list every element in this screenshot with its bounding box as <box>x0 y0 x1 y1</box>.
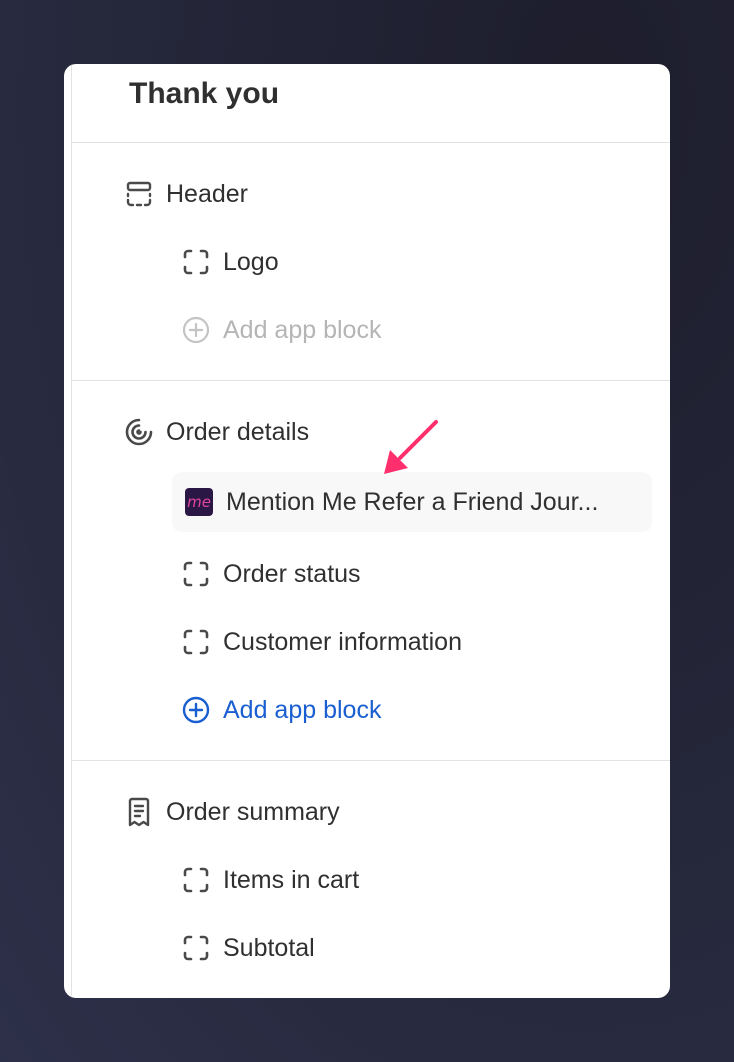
add-app-block-button-header: Add app block <box>181 312 381 348</box>
dashed-square-icon <box>181 247 211 277</box>
dashed-square-icon <box>181 933 211 963</box>
plus-circle-icon <box>181 315 211 345</box>
header-layout-icon <box>124 179 154 209</box>
receipt-icon <box>124 797 154 827</box>
mention-me-logo: me <box>185 488 213 516</box>
block-items-in-cart[interactable]: Items in cart <box>181 862 359 898</box>
block-subtotal-label: Subtotal <box>223 933 315 962</box>
add-app-block-button[interactable]: Add app block <box>181 692 381 728</box>
pointer-arrow-icon <box>384 420 438 474</box>
plus-circle-icon <box>181 695 211 725</box>
block-mention-me-refer-a-friend[interactable]: me Mention Me Refer a Friend Jour... <box>184 484 598 520</box>
block-subtotal[interactable]: Subtotal <box>181 930 315 966</box>
block-order-status[interactable]: Order status <box>181 556 361 592</box>
section-order-details[interactable]: Order details <box>124 414 309 450</box>
block-customer-information[interactable]: Customer information <box>181 624 462 660</box>
block-logo[interactable]: Logo <box>181 244 279 280</box>
section-order-summary-label: Order summary <box>166 797 340 826</box>
block-customer-information-label: Customer information <box>223 627 462 656</box>
block-mention-me-label: Mention Me Refer a Friend Jour... <box>226 487 599 516</box>
section-order-details-label: Order details <box>166 417 310 446</box>
order-details-icon <box>124 417 154 447</box>
page-title: Thank you <box>129 77 280 110</box>
add-app-block-label: Add app block <box>223 695 382 724</box>
section-header-label: Header <box>166 179 248 208</box>
dashed-square-icon <box>181 865 211 895</box>
divider <box>72 760 670 761</box>
section-order-summary[interactable]: Order summary <box>124 794 340 830</box>
block-items-in-cart-label: Items in cart <box>223 865 360 894</box>
divider <box>72 142 670 143</box>
mention-me-app-icon: me <box>184 487 214 517</box>
block-logo-label: Logo <box>223 247 279 276</box>
add-app-block-label: Add app block <box>223 315 382 344</box>
thank-you-page-panel: Thank you Header Logo Add app block Orde… <box>64 64 670 998</box>
block-order-status-label: Order status <box>223 559 361 588</box>
dashed-square-icon <box>181 559 211 589</box>
dashed-square-icon <box>181 627 211 657</box>
section-header[interactable]: Header <box>124 176 248 212</box>
divider <box>72 380 670 381</box>
panel-left-border <box>71 64 72 998</box>
